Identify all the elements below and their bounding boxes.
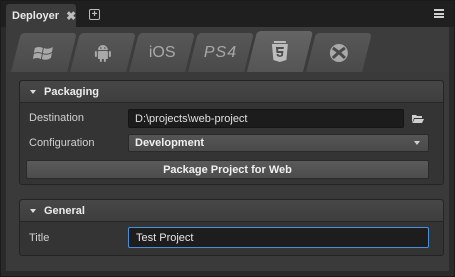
tab-ios[interactable]: iOS xyxy=(129,33,195,72)
title-input[interactable]: Test Project xyxy=(128,227,429,248)
tab-ps4[interactable]: PS4 xyxy=(188,33,254,72)
tab-html5[interactable] xyxy=(246,31,314,72)
chevron-down-icon xyxy=(414,141,420,145)
title-bar: Deployer ✖ + xyxy=(1,1,454,27)
destination-field[interactable]: D:\projects\web-project xyxy=(128,109,404,128)
general-title: General xyxy=(44,204,85,217)
general-header[interactable]: General xyxy=(20,200,443,222)
packaging-section: Packaging Destination D:\projects\web-pr… xyxy=(19,80,444,185)
tab-xbox[interactable] xyxy=(306,33,372,72)
tab-windows[interactable] xyxy=(11,33,77,72)
windows-icon xyxy=(33,44,55,62)
ps4-label: PS4 xyxy=(204,43,238,61)
general-section: General Title Test Project xyxy=(19,199,444,256)
title-row: Title xyxy=(29,228,49,248)
destination-row: Destination xyxy=(29,108,84,128)
platform-tabs: iOS PS4 xyxy=(6,27,449,72)
packaging-title: Packaging xyxy=(44,85,100,98)
collapse-triangle-icon xyxy=(30,89,36,94)
html5-icon xyxy=(271,40,289,63)
packaging-header[interactable]: Packaging xyxy=(20,81,443,103)
hamburger-menu-icon[interactable] xyxy=(434,9,444,18)
package-project-button[interactable]: Package Project for Web xyxy=(26,160,429,179)
configuration-value: Development xyxy=(135,137,205,149)
android-icon xyxy=(94,43,112,63)
configuration-select[interactable]: Development xyxy=(128,134,429,152)
deployer-tab-label: Deployer xyxy=(12,9,60,22)
configuration-label: Configuration xyxy=(29,137,95,149)
add-tab-icon[interactable]: + xyxy=(89,9,100,20)
deployer-content: Packaging Destination D:\projects\web-pr… xyxy=(6,72,449,271)
configuration-row: Configuration xyxy=(29,133,94,153)
folder-open-icon[interactable] xyxy=(411,113,425,125)
destination-label: Destination xyxy=(29,112,85,124)
title-label: Title xyxy=(29,232,50,244)
deployer-tab[interactable]: Deployer ✖ xyxy=(6,4,76,27)
close-tab-icon[interactable]: ✖ xyxy=(66,10,76,22)
collapse-triangle-icon xyxy=(30,208,36,213)
ios-label: iOS xyxy=(148,43,176,61)
xbox-icon xyxy=(329,43,349,63)
tab-android[interactable] xyxy=(70,33,136,72)
deployer-window: Deployer ✖ + iOS PS4 Packaging Destinati… xyxy=(0,0,455,277)
